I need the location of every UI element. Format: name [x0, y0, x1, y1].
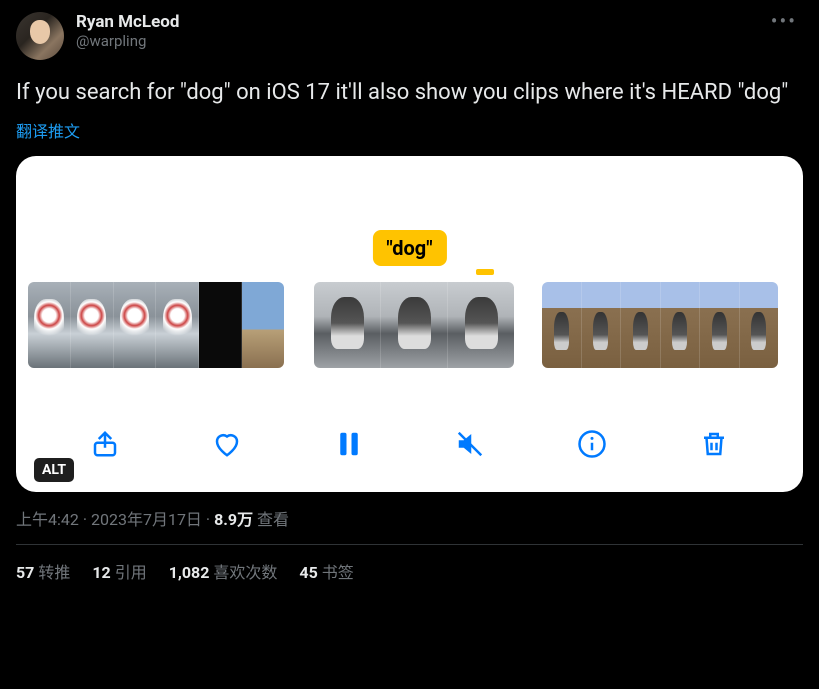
alt-badge[interactable]: ALT: [34, 458, 74, 482]
views-label: 查看: [253, 510, 289, 529]
tweet-container: Ryan McLeod @warpling ••• If you search …: [0, 0, 819, 591]
bookmarks-stat[interactable]: 45书签: [299, 559, 353, 583]
clip-cluster[interactable]: [314, 282, 514, 368]
media-controls: [16, 424, 803, 464]
trash-icon[interactable]: [697, 427, 731, 461]
timestamp[interactable]: 上午4:42: [16, 510, 79, 529]
timeline-frame: [156, 282, 199, 368]
translate-link[interactable]: 翻译推文: [16, 118, 803, 142]
caption-tooltip: "dog": [372, 230, 446, 266]
views-count: 8.9万: [214, 510, 253, 529]
tweet-stats: 57转推 12引用 1,082喜欢次数 45书签: [16, 545, 803, 583]
timeline-frame: [740, 282, 779, 368]
timeline-frame: [542, 282, 582, 368]
timeline-frame: [582, 282, 622, 368]
timeline-frame: [242, 282, 284, 368]
tweet-meta: 上午4:42 · 2023年7月17日 · 8.9万 查看: [16, 506, 803, 530]
handle: @warpling: [76, 32, 179, 50]
tweet-header: Ryan McLeod @warpling •••: [16, 12, 803, 60]
timeline-frame: [700, 282, 740, 368]
date[interactable]: 2023年7月17日: [91, 510, 202, 529]
retweets-stat[interactable]: 57转推: [16, 559, 70, 583]
pause-icon[interactable]: [332, 427, 366, 461]
timeline-frame: [661, 282, 701, 368]
timeline-frame: [114, 282, 157, 368]
display-name: Ryan McLeod: [76, 12, 179, 32]
clip-cluster[interactable]: [28, 282, 284, 368]
clip-cluster[interactable]: [542, 282, 778, 368]
media-card[interactable]: "dog": [16, 156, 803, 492]
heart-icon[interactable]: [210, 427, 244, 461]
timeline-frame: [621, 282, 661, 368]
timeline-frame: [448, 282, 514, 368]
timeline-frame: [314, 282, 381, 368]
tweet-text: If you search for "dog" on iOS 17 it'll …: [16, 78, 803, 108]
timeline-frame: [71, 282, 114, 368]
timeline-frame: [381, 282, 448, 368]
caption-marker: [476, 269, 494, 275]
info-icon[interactable]: [575, 427, 609, 461]
author-names[interactable]: Ryan McLeod @warpling: [76, 12, 179, 50]
avatar[interactable]: [16, 12, 64, 60]
more-icon[interactable]: •••: [765, 12, 803, 30]
mute-icon[interactable]: [453, 427, 487, 461]
share-icon[interactable]: [88, 427, 122, 461]
video-timeline[interactable]: [16, 282, 803, 368]
timeline-frame: [199, 282, 242, 368]
timeline-frame: [28, 282, 71, 368]
likes-stat[interactable]: 1,082喜欢次数: [169, 559, 278, 583]
quotes-stat[interactable]: 12引用: [92, 559, 146, 583]
